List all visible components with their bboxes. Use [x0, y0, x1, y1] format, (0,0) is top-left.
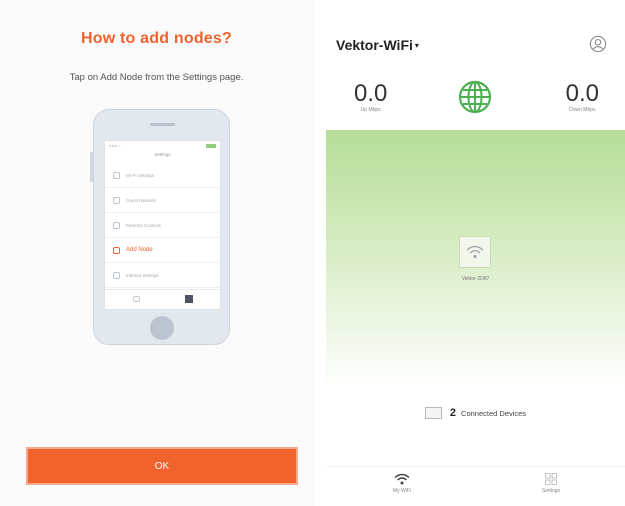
download-speed-value: 0.0 — [565, 80, 599, 107]
node-device[interactable] — [459, 236, 491, 268]
guide-title: How to add nodes? — [81, 30, 232, 47]
node-name: Vektor-2D87 — [461, 276, 490, 282]
upload-speed-label: Up Mbps — [360, 107, 381, 113]
phone-settings-item: Wi-Fi Settings — [105, 163, 220, 188]
nav-label: My WiFi — [392, 488, 412, 494]
ok-button[interactable]: OK — [26, 447, 298, 485]
connected-devices-label: Connected Devices — [461, 408, 527, 418]
phone-speaker — [150, 123, 175, 126]
add-node-icon — [113, 246, 120, 254]
phone-settings-item: Internet Settings — [105, 263, 220, 288]
connected-devices-count: 2 — [449, 407, 457, 419]
phone-settings-list: Wi-Fi Settings Guest Network Parental Co… — [105, 163, 220, 288]
my-wifi-screen: Vektor-WiFi ▾ 0.0 Up Mbps 0.0 Down Mbps V… — [326, 26, 625, 506]
phone-settings-item-label: Wi-Fi Settings — [126, 172, 155, 178]
settings-grid-icon — [545, 473, 557, 485]
phone-battery-icon — [206, 144, 216, 148]
monitor-icon — [424, 407, 442, 419]
phone-illustration: ●●●○○ Settings Wi-Fi Settings Guest Netw… — [90, 109, 230, 345]
phone-settings-item-label: Add Node — [126, 247, 153, 253]
download-speed: 0.0 Down Mbps — [565, 80, 599, 114]
phone-status-bar: ●●●○○ — [109, 143, 216, 149]
upload-speed-value: 0.0 — [354, 80, 388, 107]
item-icon — [113, 271, 120, 279]
user-icon[interactable] — [589, 35, 607, 53]
wifi-icon — [394, 473, 410, 485]
phone-settings-item-add-node: Add Node — [105, 238, 220, 263]
phone-settings-item-label: Parental Controls — [126, 222, 161, 228]
node-wifi-icon — [466, 245, 484, 259]
phone-settings-item-label: Internet Settings — [126, 272, 159, 278]
phone-signal: ●●●○○ — [109, 143, 122, 148]
network-name: Vektor-WiFi — [336, 37, 413, 53]
item-icon — [113, 171, 120, 179]
phone-settings-item: Guest Network — [105, 188, 220, 213]
phone-tab-bar — [105, 289, 220, 309]
phone-tab-wifi-icon — [133, 296, 140, 302]
phone-tab-settings-icon — [185, 295, 193, 303]
add-node-guide-panel: How to add nodes? Tap on Add Node from t… — [0, 0, 313, 506]
guide-subtitle: Tap on Add Node from the Settings page. — [69, 72, 244, 83]
connected-devices-button[interactable]: 2 Connected Devices — [326, 407, 625, 419]
phone-home-button — [150, 316, 174, 340]
bottom-nav: My WiFi Settings — [326, 466, 625, 506]
nav-item-my-wifi[interactable]: My WiFi — [372, 473, 432, 494]
internet-globe-icon[interactable] — [458, 80, 492, 114]
item-icon — [113, 221, 120, 229]
phone-side-button — [90, 152, 93, 182]
upload-speed: 0.0 Up Mbps — [354, 80, 388, 114]
phone-settings-item-label: Guest Network — [126, 197, 156, 203]
network-name-selector[interactable]: Vektor-WiFi ▾ — [336, 37, 419, 53]
phone-screen-header: Settings — [154, 152, 171, 157]
item-icon — [113, 196, 120, 204]
phone-settings-item: Parental Controls — [105, 213, 220, 238]
phone-screen: ●●●○○ Settings Wi-Fi Settings Guest Netw… — [104, 140, 221, 310]
caret-down-icon: ▾ — [414, 41, 419, 50]
nav-label: Settings — [541, 488, 561, 494]
download-speed-label: Down Mbps — [569, 107, 596, 113]
nav-item-settings[interactable]: Settings — [521, 473, 581, 494]
